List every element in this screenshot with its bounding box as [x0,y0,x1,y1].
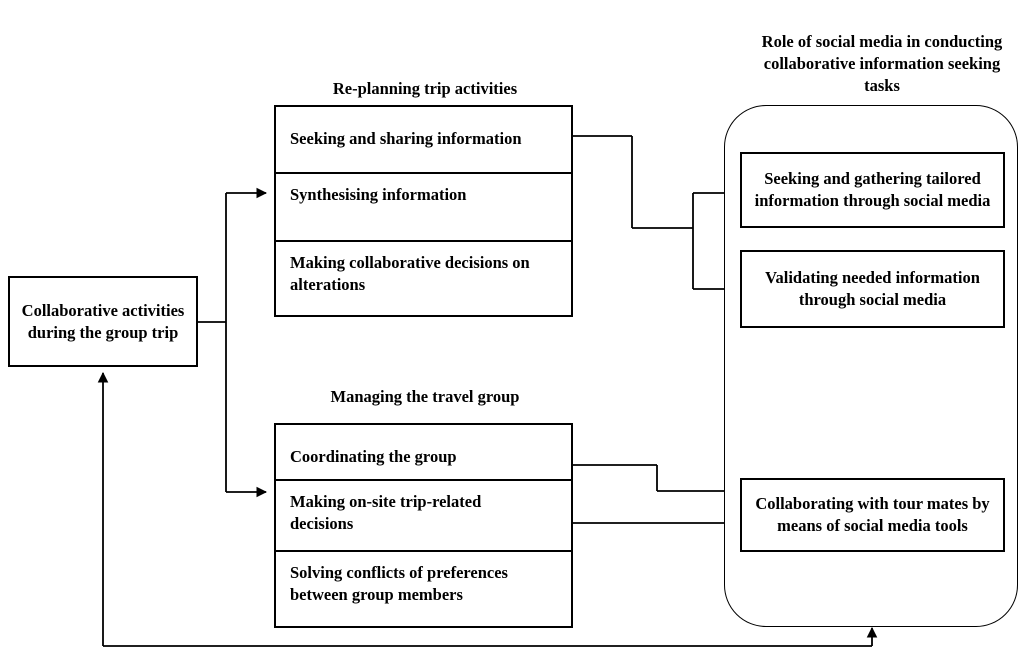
diagram-canvas: Collaborative activities during the grou… [0,0,1032,672]
social-media-item-2-label: Validating needed information through so… [765,268,980,309]
social-media-item-2[interactable]: Validating needed information through so… [740,250,1005,328]
replanning-item-2-label: Synthesising information [290,185,467,204]
managing-item-3[interactable]: Solving conflicts of preferences between… [276,552,571,626]
managing-item-3-label: Solving conflicts of preferences between… [290,563,508,604]
replanning-item-3[interactable]: Making collaborative decisions on altera… [276,242,571,315]
social-media-item-3-label: Collaborating with tour mates by means o… [755,494,990,535]
wire-replanning-to-social [573,135,738,295]
replanning-item-1[interactable]: Seeking and sharing information [276,118,571,172]
wire-managing-to-collaborating [573,464,738,529]
replanning-item-2[interactable]: Synthesising information [276,174,571,240]
replanning-item-1-label: Seeking and sharing information [290,129,522,148]
social-media-heading: Role of social media in conducting colla… [761,32,1003,95]
replanning-item-3-label: Making collaborative decisions on altera… [290,253,530,294]
social-media-item-1[interactable]: Seeking and gathering tailored informati… [740,152,1005,228]
managing-item-2-label: Making on-site trip-related decisions [290,492,482,533]
managing-item-1-label: Coordinating the group [290,447,457,466]
social-media-item-1-label: Seeking and gathering tailored informati… [754,169,991,210]
collaborative-activities-label: Collaborative activities during the grou… [21,300,185,342]
managing-heading: Managing the travel group [330,387,520,406]
wire-left-to-groups [198,187,268,498]
replanning-heading: Re-planning trip activities [332,79,518,98]
collaborative-activities-box[interactable]: Collaborative activities during the grou… [8,276,198,367]
social-media-item-3[interactable]: Collaborating with tour mates by means o… [740,478,1005,552]
managing-item-2[interactable]: Making on-site trip-related decisions [276,481,571,550]
managing-item-1[interactable]: Coordinating the group [276,436,571,479]
